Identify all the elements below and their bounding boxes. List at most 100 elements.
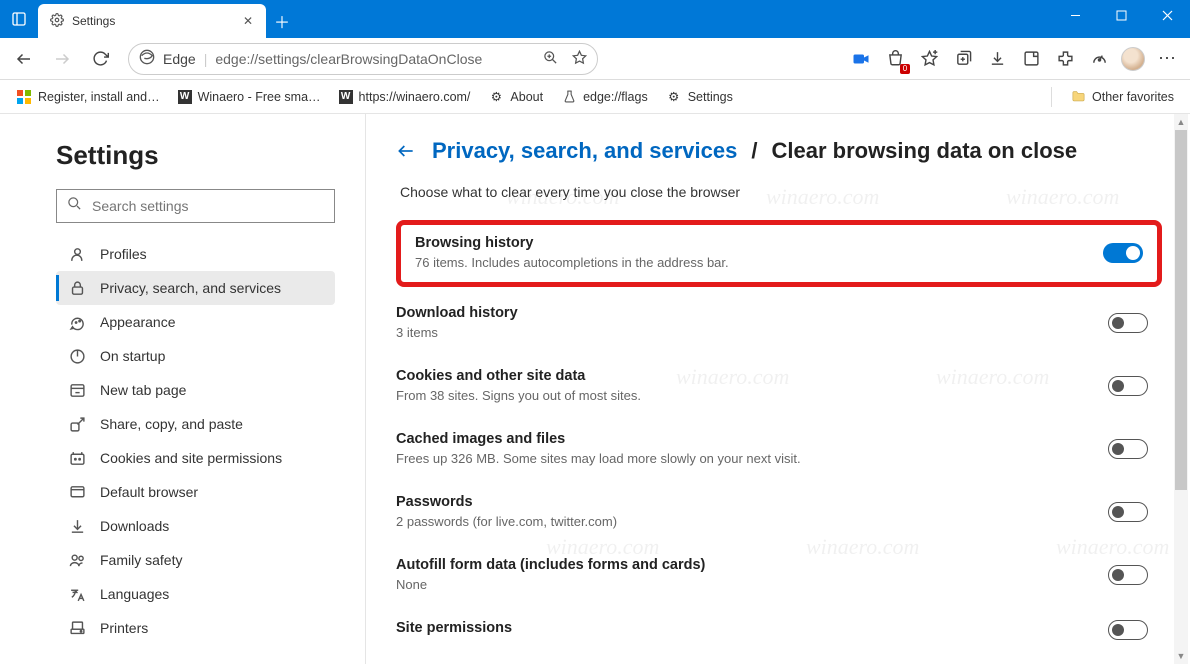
w-icon: W — [339, 90, 353, 104]
highlighted-option: Browsing history76 items. Includes autoc… — [396, 220, 1162, 287]
shopping-icon[interactable] — [878, 42, 912, 76]
back-arrow-icon[interactable] — [396, 141, 418, 161]
forward-button[interactable] — [44, 42, 80, 76]
breadcrumb-parent-link[interactable]: Privacy, search, and services — [432, 138, 737, 164]
nav-icon — [68, 483, 86, 501]
favorites-icon[interactable] — [912, 42, 946, 76]
sidebar-item[interactable]: On startup — [56, 339, 335, 373]
clear-data-option: Autofill form data (includes forms and c… — [396, 543, 1162, 606]
ms-icon — [16, 89, 32, 105]
clear-data-option: Passwords2 passwords (for live.com, twit… — [396, 480, 1162, 543]
option-subtitle: 3 items — [396, 325, 1108, 340]
bookmark-item[interactable]: ⚙Settings — [660, 86, 739, 108]
bookmark-item[interactable]: WWinaero - Free sma… — [172, 87, 327, 107]
minimize-button[interactable] — [1052, 0, 1098, 30]
back-button[interactable] — [6, 42, 42, 76]
close-tab-button[interactable]: ✕ — [240, 13, 256, 29]
gear-icon: ⚙ — [488, 89, 504, 105]
bookmark-item[interactable]: Register, install and… — [10, 86, 166, 108]
tab-title: Settings — [72, 14, 115, 28]
bookmarks-bar: Register, install and… WWinaero - Free s… — [0, 80, 1190, 114]
scroll-thumb[interactable] — [1175, 130, 1187, 490]
sidebar-item[interactable]: Languages — [56, 577, 335, 611]
settings-sidebar: Settings ProfilesPrivacy, search, and se… — [0, 114, 365, 664]
scroll-down-icon[interactable]: ▼ — [1174, 648, 1188, 664]
toggle-switch[interactable] — [1108, 439, 1148, 459]
flask-icon — [561, 89, 577, 105]
bookmark-item[interactable]: Whttps://winaero.com/ — [333, 87, 477, 107]
clear-data-option: Cached images and files Frees up 326 MB. … — [396, 417, 1162, 480]
url-text: edge://settings/clearBrowsingDataOnClose — [215, 51, 535, 67]
address-bar[interactable]: Edge | edge://settings/clearBrowsingData… — [128, 43, 598, 75]
bookmark-item[interactable]: edge://flags — [555, 86, 654, 108]
scrollbar[interactable]: ▲ ▼ — [1174, 114, 1188, 664]
option-subtitle: Frees up 326 MB. Some sites may load mor… — [396, 451, 1108, 466]
sidebar-item[interactable]: Appearance — [56, 305, 335, 339]
option-title: Download history — [396, 305, 1108, 321]
option-title: Cookies and other site data — [396, 368, 1108, 384]
sidebar-item[interactable]: Printers — [56, 611, 335, 645]
browser-tab[interactable]: Settings ✕ — [38, 4, 266, 38]
refresh-button[interactable] — [82, 42, 118, 76]
search-settings-box[interactable] — [56, 189, 335, 223]
sidebar-item[interactable]: Default browser — [56, 475, 335, 509]
toggle-switch[interactable] — [1108, 313, 1148, 333]
sidebar-item[interactable]: Profiles — [56, 237, 335, 271]
profile-avatar[interactable] — [1116, 42, 1150, 76]
edge-icon — [139, 49, 155, 68]
sidebar-item[interactable]: New tab page — [56, 373, 335, 407]
nav-label: Downloads — [100, 518, 169, 534]
nav-label: Cookies and site permissions — [100, 450, 282, 466]
option-title: Site permissions — [396, 620, 1108, 636]
breadcrumb: Privacy, search, and services / Clear br… — [396, 138, 1162, 164]
other-favorites[interactable]: Other favorites — [1064, 86, 1180, 108]
breadcrumb-current: Clear browsing data on close — [771, 138, 1077, 164]
toggle-switch[interactable] — [1108, 502, 1148, 522]
favorite-star-icon[interactable] — [572, 50, 587, 68]
nav-label: Privacy, search, and services — [100, 280, 281, 296]
nav-label: Profiles — [100, 246, 147, 262]
bookmark-item[interactable]: ⚙About — [482, 86, 549, 108]
performance-icon[interactable] — [1082, 42, 1116, 76]
webcapture-icon[interactable] — [1014, 42, 1048, 76]
nav-label: On startup — [100, 348, 165, 364]
more-menu-button[interactable]: ⋯ — [1150, 42, 1184, 76]
settings-main: Privacy, search, and services / Clear br… — [366, 114, 1190, 664]
video-icon[interactable] — [844, 42, 878, 76]
sidebar-item[interactable]: Privacy, search, and services — [56, 271, 335, 305]
new-tab-button[interactable]: ＋ — [266, 4, 298, 38]
sidebar-item[interactable]: Downloads — [56, 509, 335, 543]
collections-icon[interactable] — [946, 42, 980, 76]
toggle-switch[interactable] — [1108, 376, 1148, 396]
search-input[interactable] — [92, 198, 324, 214]
toggle-switch[interactable] — [1103, 243, 1143, 263]
extensions-icon[interactable] — [1048, 42, 1082, 76]
nav-icon — [68, 347, 86, 365]
nav-label: Family safety — [100, 552, 182, 568]
page-description: Choose what to clear every time you clos… — [400, 184, 1162, 200]
downloads-icon[interactable] — [980, 42, 1014, 76]
nav-icon — [68, 517, 86, 535]
zoom-icon[interactable] — [543, 50, 558, 68]
nav-icon — [68, 279, 86, 297]
sidebar-item[interactable]: Cookies and site permissions — [56, 441, 335, 475]
nav-icon — [68, 415, 86, 433]
tab-actions-icon[interactable] — [0, 0, 38, 38]
nav-icon — [68, 313, 86, 331]
scroll-up-icon[interactable]: ▲ — [1174, 114, 1188, 130]
nav-label: Share, copy, and paste — [100, 416, 243, 432]
maximize-button[interactable] — [1098, 0, 1144, 30]
clear-data-option: Cookies and other site dataFrom 38 sites… — [396, 354, 1162, 417]
sidebar-item[interactable]: Share, copy, and paste — [56, 407, 335, 441]
option-title: Cached images and files — [396, 431, 1108, 447]
nav-label: New tab page — [100, 382, 186, 398]
toggle-switch[interactable] — [1108, 565, 1148, 585]
option-title: Browsing history — [415, 235, 1103, 251]
sidebar-item[interactable]: Family safety — [56, 543, 335, 577]
toggle-switch[interactable] — [1108, 620, 1148, 640]
address-identity: Edge — [163, 51, 196, 67]
gear-icon — [50, 13, 64, 30]
nav-label: Appearance — [100, 314, 176, 330]
close-window-button[interactable] — [1144, 0, 1190, 30]
option-title: Autofill form data (includes forms and c… — [396, 557, 1108, 573]
